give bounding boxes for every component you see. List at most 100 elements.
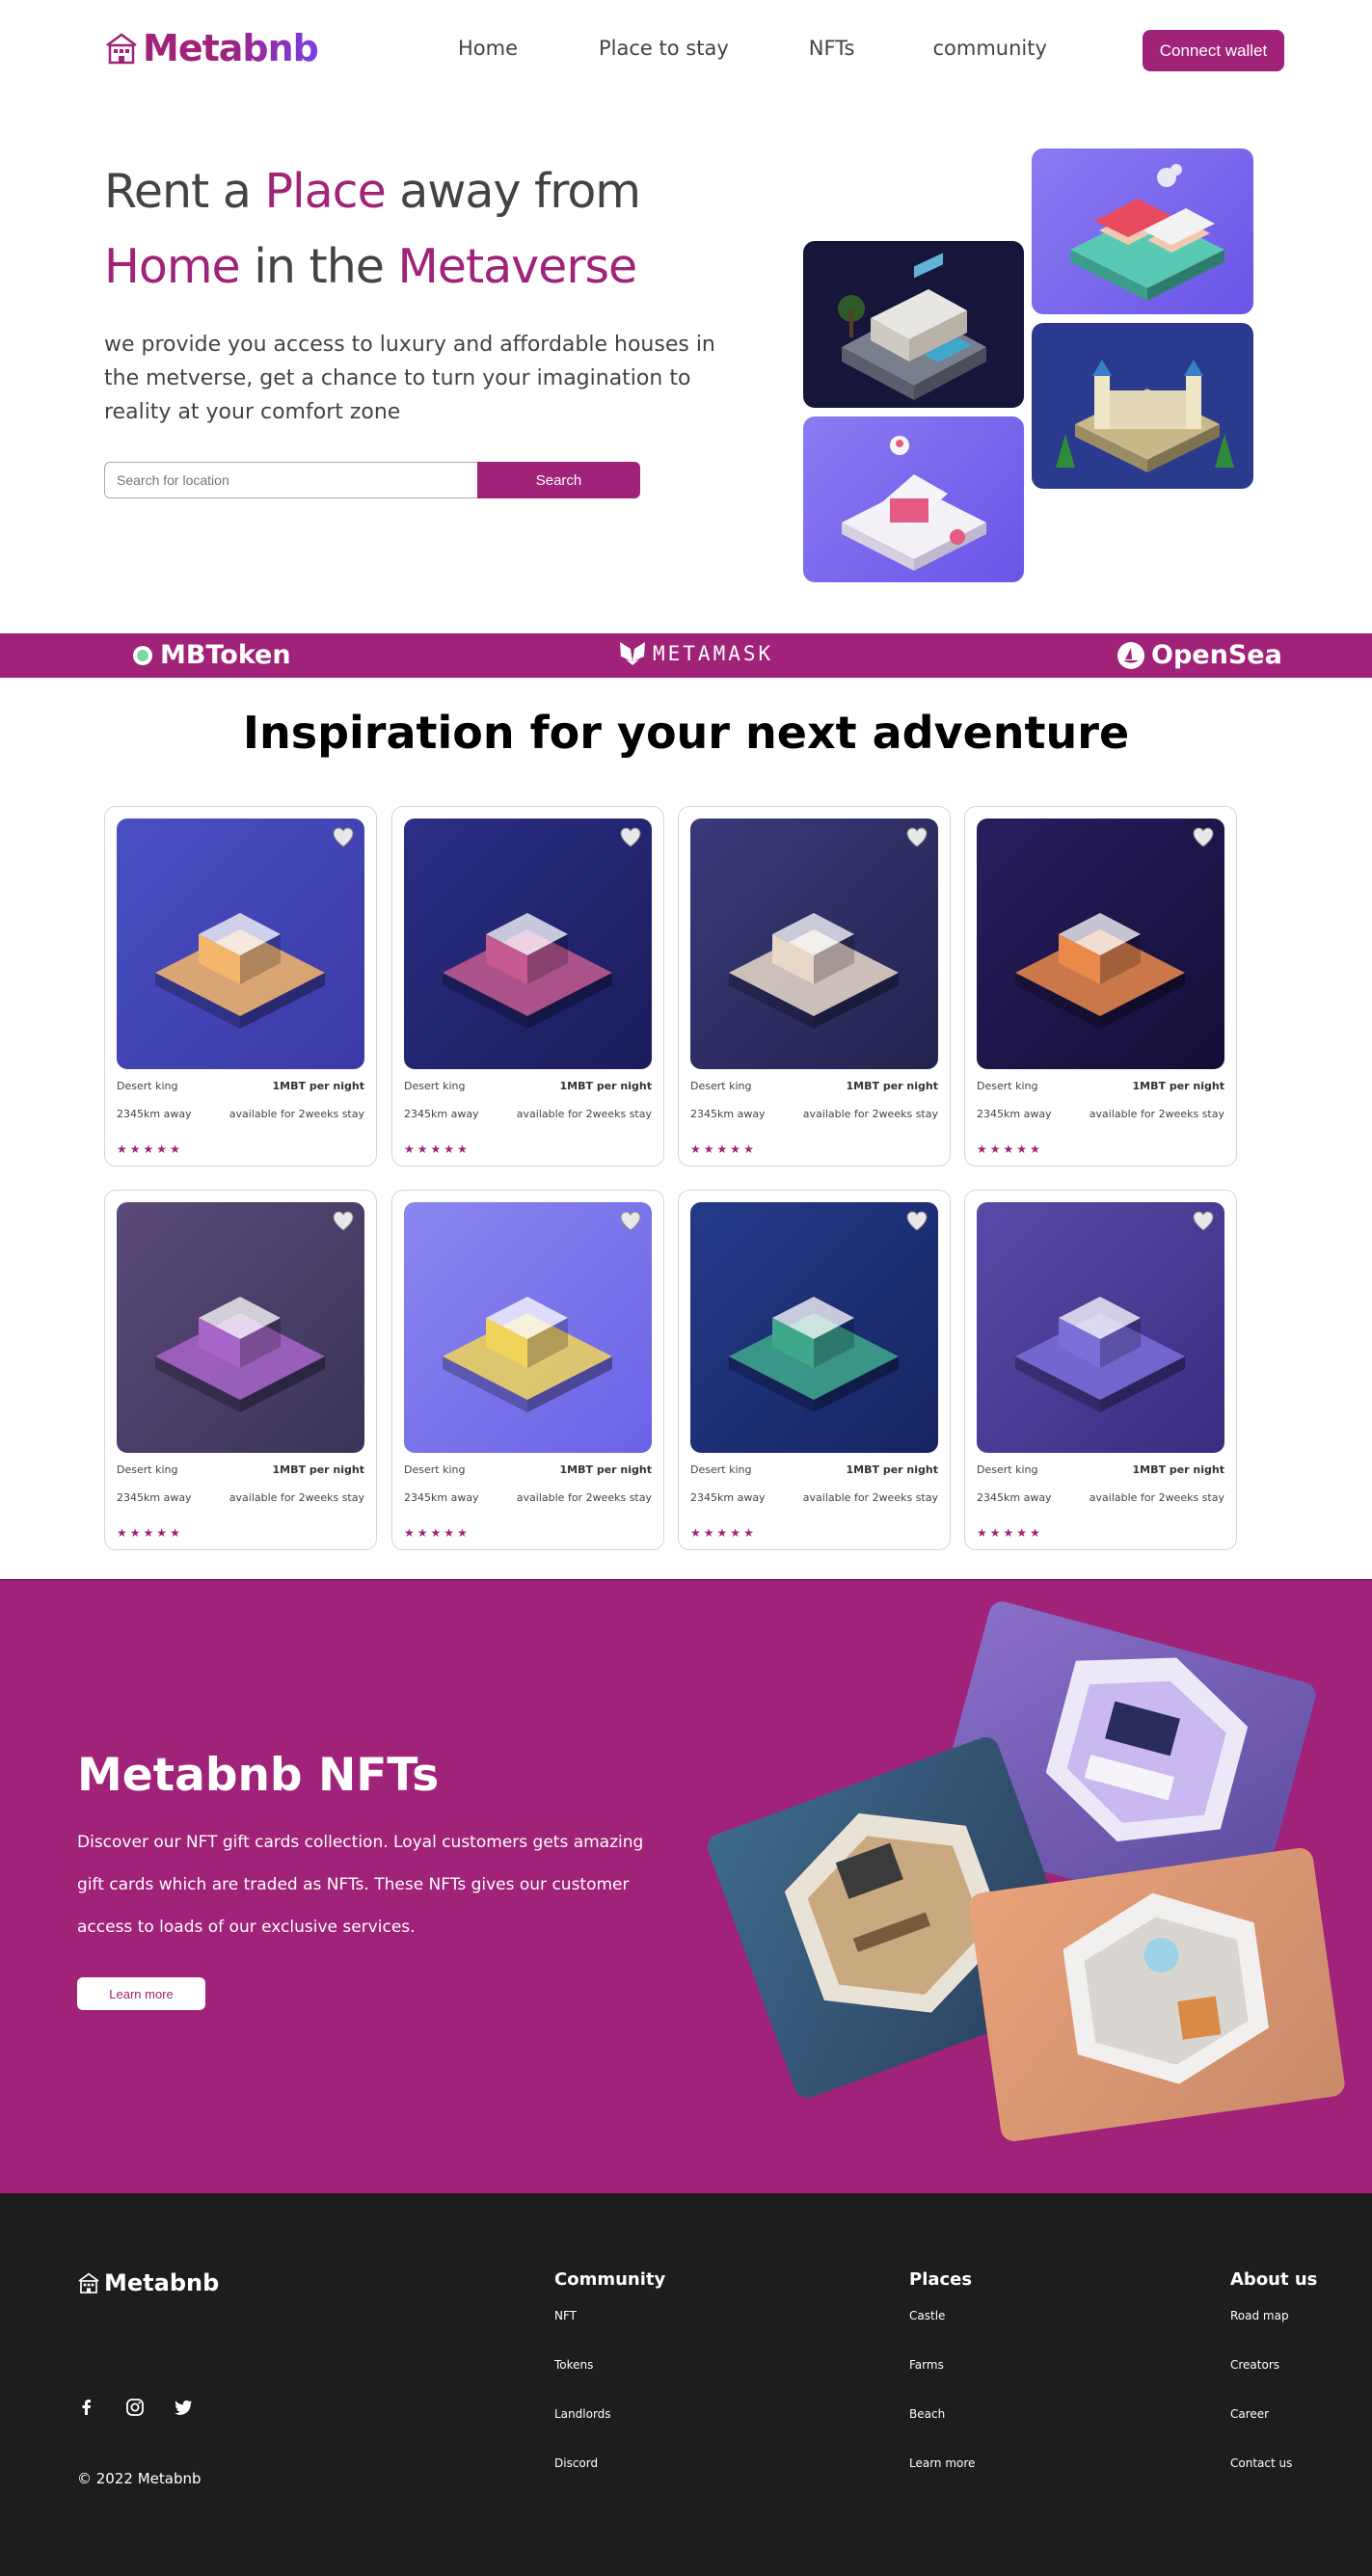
listing-info-row: Desert king 1MBT per night <box>977 1463 1224 1476</box>
listing-card[interactable]: Desert king 1MBT per night 2345km away a… <box>104 1190 377 1550</box>
star-icon: ★ <box>430 1142 442 1156</box>
partner-opensea[interactable]: OpenSea <box>1116 640 1282 670</box>
listing-availability: available for 2weeks stay <box>516 1491 652 1504</box>
footer-column-places: Places Castle Farms Beach Learn more <box>909 2269 975 2506</box>
star-icon: ★ <box>716 1526 728 1540</box>
listing-meta-row: 2345km away available for 2weeks stay <box>977 1491 1224 1504</box>
footer-link-farms[interactable]: Farms <box>909 2358 975 2407</box>
favorite-heart-icon[interactable] <box>1192 1210 1215 1231</box>
listing-price: 1MBT per night <box>559 1080 652 1092</box>
footer-link-discord[interactable]: Discord <box>554 2456 665 2506</box>
hero-title: Rent a Place away from Home in the Metav… <box>104 154 641 305</box>
instagram-icon[interactable] <box>125 2398 145 2417</box>
partner-metamask[interactable]: METAMASK <box>618 640 773 667</box>
logo-text: Metabnb <box>143 27 319 69</box>
partner-mbtoken-label: MBToken <box>160 640 291 670</box>
listing-meta-row: 2345km away available for 2weeks stay <box>690 1491 938 1504</box>
listing-card[interactable]: Desert king 1MBT per night 2345km away a… <box>391 1190 664 1550</box>
nav-link-home[interactable]: Home <box>458 37 518 60</box>
favorite-heart-icon[interactable] <box>332 1210 355 1231</box>
listing-distance: 2345km away <box>117 1491 192 1504</box>
listing-image <box>690 1202 938 1453</box>
footer-link-road-map[interactable]: Road map <box>1230 2309 1317 2358</box>
search-bar: Search <box>104 462 640 498</box>
inspiration-title: Inspiration for your next adventure <box>242 707 1130 759</box>
listing-card[interactable]: Desert king 1MBT per night 2345km away a… <box>678 806 951 1167</box>
star-icon: ★ <box>1016 1526 1028 1540</box>
favorite-heart-icon[interactable] <box>1192 826 1215 847</box>
footer-link-landlords[interactable]: Landlords <box>554 2407 665 2456</box>
partner-metamask-label: METAMASK <box>653 642 774 665</box>
listing-card[interactable]: Desert king 1MBT per night 2345km away a… <box>964 1190 1237 1550</box>
listing-price: 1MBT per night <box>272 1463 364 1476</box>
listing-image <box>404 818 652 1069</box>
listing-info-row: Desert king 1MBT per night <box>404 1080 652 1092</box>
listing-price: 1MBT per night <box>1132 1463 1224 1476</box>
footer-column-title: Places <box>909 2269 973 2290</box>
logo[interactable]: Metabnb <box>104 27 319 69</box>
listing-info-row: Desert king 1MBT per night <box>117 1463 364 1476</box>
star-icon: ★ <box>730 1526 741 1540</box>
partners-bar: MBToken METAMASK OpenSea <box>0 633 1372 678</box>
nav-link-community[interactable]: community <box>932 37 1046 60</box>
star-icon: ★ <box>457 1142 468 1156</box>
connect-wallet-button[interactable]: Connect wallet <box>1143 30 1284 71</box>
footer-link-career[interactable]: Career <box>1230 2407 1317 2456</box>
favorite-heart-icon[interactable] <box>619 826 642 847</box>
listing-rating: ★ ★ ★ ★ ★ <box>117 1143 180 1155</box>
listing-card[interactable]: Desert king 1MBT per night 2345km away a… <box>678 1190 951 1550</box>
facebook-icon[interactable] <box>77 2398 96 2417</box>
nav-links: Home Place to stay NFTs community <box>458 37 1047 60</box>
favorite-heart-icon[interactable] <box>905 826 928 847</box>
social-links <box>77 2398 193 2417</box>
hero-image-snow-house <box>803 416 1024 582</box>
listing-rating: ★ ★ ★ ★ ★ <box>117 1527 180 1539</box>
footer-link-creators[interactable]: Creators <box>1230 2358 1317 2407</box>
hero-title-text: in the <box>239 239 398 294</box>
star-icon: ★ <box>444 1142 455 1156</box>
partner-mbtoken[interactable]: MBToken <box>131 640 291 670</box>
listing-meta-row: 2345km away available for 2weeks stay <box>117 1491 364 1504</box>
listing-distance: 2345km away <box>404 1108 479 1120</box>
nft-description: Discover our NFT gift cards collection. … <box>77 1833 644 1937</box>
twitter-icon[interactable] <box>174 2398 193 2417</box>
star-icon: ★ <box>170 1142 180 1156</box>
star-icon: ★ <box>1003 1142 1014 1156</box>
listing-info-row: Desert king 1MBT per night <box>690 1463 938 1476</box>
footer-link-castle[interactable]: Castle <box>909 2309 975 2358</box>
listing-card[interactable]: Desert king 1MBT per night 2345km away a… <box>391 806 664 1167</box>
footer-column-title: Community <box>554 2269 666 2290</box>
star-icon: ★ <box>977 1526 987 1540</box>
favorite-heart-icon[interactable] <box>905 1210 928 1231</box>
favorite-heart-icon[interactable] <box>332 826 355 847</box>
nft-title: Metabnb NFTs <box>77 1749 440 1802</box>
star-icon: ★ <box>716 1142 728 1156</box>
footer-link-learn-more[interactable]: Learn more <box>909 2456 975 2506</box>
listing-card[interactable]: Desert king 1MBT per night 2345km away a… <box>104 806 377 1167</box>
search-button[interactable]: Search <box>477 462 640 498</box>
partner-opensea-label: OpenSea <box>1151 640 1282 670</box>
nav-link-place-to-stay[interactable]: Place to stay <box>599 37 729 60</box>
footer-link-contact-us[interactable]: Contact us <box>1230 2456 1317 2506</box>
listing-meta-row: 2345km away available for 2weeks stay <box>404 1108 652 1120</box>
favorite-heart-icon[interactable] <box>619 1210 642 1231</box>
star-icon: ★ <box>430 1526 442 1540</box>
learn-more-button[interactable]: Learn more <box>77 1977 205 2010</box>
star-icon: ★ <box>989 1526 1001 1540</box>
footer-link-nft[interactable]: NFT <box>554 2309 665 2358</box>
star-icon: ★ <box>156 1142 168 1156</box>
star-icon: ★ <box>404 1142 415 1156</box>
star-icon: ★ <box>743 1142 754 1156</box>
footer-link-beach[interactable]: Beach <box>909 2407 975 2456</box>
listing-availability: available for 2weeks stay <box>229 1108 364 1120</box>
nav-link-nfts[interactable]: NFTs <box>809 37 855 60</box>
listing-price: 1MBT per night <box>559 1463 652 1476</box>
listing-name: Desert king <box>690 1080 752 1092</box>
listing-rating: ★ ★ ★ ★ ★ <box>690 1143 754 1155</box>
listing-card[interactable]: Desert king 1MBT per night 2345km away a… <box>964 806 1237 1167</box>
metamask-fox-icon <box>620 642 645 665</box>
footer-link-tokens[interactable]: Tokens <box>554 2358 665 2407</box>
footer-logo[interactable]: Metabnb <box>77 2269 219 2296</box>
listing-rating: ★ ★ ★ ★ ★ <box>404 1527 468 1539</box>
location-search-input[interactable] <box>104 462 477 498</box>
